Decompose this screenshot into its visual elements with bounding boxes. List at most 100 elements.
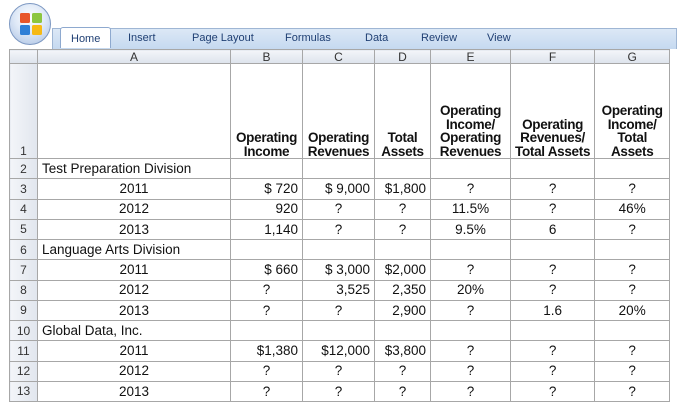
row-header-9[interactable]: 9 [9, 299, 38, 322]
cell-f11[interactable]: ? [509, 340, 596, 362]
cell-f6[interactable] [509, 238, 596, 261]
cell-c5[interactable]: ? [302, 218, 375, 241]
cell-d10[interactable] [374, 319, 431, 342]
row-header-1[interactable]: 1 [9, 63, 38, 159]
cell-a3[interactable]: 2011 [37, 178, 231, 200]
cell-b1-operating-income[interactable]: Operating Income [230, 63, 303, 159]
cell-e4[interactable]: 11.5% [430, 198, 511, 220]
row-header-11[interactable]: 11 [9, 340, 38, 362]
cell-g4[interactable]: 46% [594, 198, 671, 220]
cell-e13[interactable]: ? [430, 380, 511, 402]
tab-page-layout[interactable]: Page Layout [192, 32, 254, 44]
row-header-8[interactable]: 8 [9, 279, 38, 301]
cell-b8[interactable]: ? [230, 279, 303, 301]
column-header-g[interactable]: G [594, 49, 671, 64]
cell-a7[interactable]: 2011 [37, 259, 231, 281]
office-button[interactable] [9, 3, 51, 45]
cell-a8[interactable]: 2012 [37, 279, 231, 301]
cell-d11[interactable]: $3,800 [374, 340, 431, 362]
column-header-d[interactable]: D [374, 49, 431, 64]
cell-a6[interactable]: Language Arts Division [37, 238, 231, 261]
cell-a10[interactable]: Global Data, Inc. [37, 319, 231, 342]
cell-c7[interactable]: $ 3,000 [302, 259, 375, 281]
cell-c10[interactable] [302, 319, 375, 342]
cell-e1-income-over-revenues[interactable]: Operating Income/ Operating Revenues [430, 63, 511, 159]
cell-g2[interactable] [594, 157, 671, 180]
cell-c12[interactable]: ? [302, 360, 375, 382]
cell-f3[interactable]: ? [509, 178, 596, 200]
cell-d4[interactable]: ? [374, 198, 431, 220]
tab-data[interactable]: Data [365, 32, 388, 44]
column-header-f[interactable]: F [509, 49, 596, 64]
cell-g9[interactable]: 20% [594, 299, 671, 322]
cell-a5[interactable]: 2013 [37, 218, 231, 241]
cell-f5[interactable]: 6 [509, 218, 596, 241]
tab-insert[interactable]: Insert [128, 32, 156, 44]
cell-c9[interactable]: ? [302, 299, 375, 322]
cell-f7[interactable]: ? [509, 259, 596, 281]
cell-c8[interactable]: 3,525 [302, 279, 375, 301]
cell-a13[interactable]: 2013 [37, 380, 231, 402]
cell-b9[interactable]: ? [230, 299, 303, 322]
tab-formulas[interactable]: Formulas [285, 32, 331, 44]
cell-g8[interactable]: ? [594, 279, 671, 301]
cell-a11[interactable]: 2011 [37, 340, 231, 362]
cell-g13[interactable]: ? [594, 380, 671, 402]
cell-a4[interactable]: 2012 [37, 198, 231, 220]
cell-c3[interactable]: $ 9,000 [302, 178, 375, 200]
cell-e6[interactable] [430, 238, 511, 261]
cell-f4[interactable]: ? [509, 198, 596, 220]
cell-a12[interactable]: 2012 [37, 360, 231, 382]
cell-c6[interactable] [302, 238, 375, 261]
cell-e12[interactable]: ? [430, 360, 511, 382]
cell-e8[interactable]: 20% [430, 279, 511, 301]
cell-a2[interactable]: Test Preparation Division [37, 157, 231, 180]
cell-g7[interactable]: ? [594, 259, 671, 281]
cell-d7[interactable]: $2,000 [374, 259, 431, 281]
cell-f13[interactable]: ? [509, 380, 596, 402]
cell-e7[interactable]: ? [430, 259, 511, 281]
cell-d6[interactable] [374, 238, 431, 261]
cell-e11[interactable]: ? [430, 340, 511, 362]
row-header-5[interactable]: 5 [9, 218, 38, 241]
cell-d5[interactable]: ? [374, 218, 431, 241]
cell-e3[interactable]: ? [430, 178, 511, 200]
cell-f9[interactable]: 1.6 [509, 299, 596, 322]
cell-f8[interactable]: ? [509, 279, 596, 301]
cell-f10[interactable] [509, 319, 596, 342]
tab-review[interactable]: Review [421, 32, 457, 44]
row-header-12[interactable]: 12 [9, 360, 38, 382]
row-header-10[interactable]: 10 [9, 319, 38, 342]
cell-d2[interactable] [374, 157, 431, 180]
cell-e5[interactable]: 9.5% [430, 218, 511, 241]
cell-b4[interactable]: 920 [230, 198, 303, 220]
row-header-2[interactable]: 2 [9, 157, 38, 180]
cell-c13[interactable]: ? [302, 380, 375, 402]
column-header-a[interactable]: A [37, 49, 231, 64]
cell-f1-revenues-over-assets[interactable]: Operating Revenues/ Total Assets [509, 63, 596, 159]
cell-f12[interactable]: ? [509, 360, 596, 382]
cell-c4[interactable]: ? [302, 198, 375, 220]
row-header-13[interactable]: 13 [9, 380, 38, 402]
cell-g10[interactable] [594, 319, 671, 342]
cell-d1-total-assets[interactable]: Total Assets [374, 63, 431, 159]
cell-b12[interactable]: ? [230, 360, 303, 382]
cell-g1-income-over-assets[interactable]: Operating Income/ Total Assets [594, 63, 671, 159]
cell-b5[interactable]: 1,140 [230, 218, 303, 241]
cell-b11[interactable]: $1,380 [230, 340, 303, 362]
cell-g11[interactable]: ? [594, 340, 671, 362]
cell-d13[interactable]: ? [374, 380, 431, 402]
cell-e2[interactable] [430, 157, 511, 180]
cell-c11[interactable]: $12,000 [302, 340, 375, 362]
cell-b7[interactable]: $ 660 [230, 259, 303, 281]
cell-b2[interactable] [230, 157, 303, 180]
cell-f2[interactable] [509, 157, 596, 180]
column-header-b[interactable]: B [230, 49, 303, 64]
cell-g6[interactable] [594, 238, 671, 261]
cell-b13[interactable]: ? [230, 380, 303, 402]
cell-b6[interactable] [230, 238, 303, 261]
cell-d12[interactable]: ? [374, 360, 431, 382]
row-header-7[interactable]: 7 [9, 259, 38, 281]
cell-g5[interactable]: ? [594, 218, 671, 241]
cell-d8[interactable]: 2,350 [374, 279, 431, 301]
